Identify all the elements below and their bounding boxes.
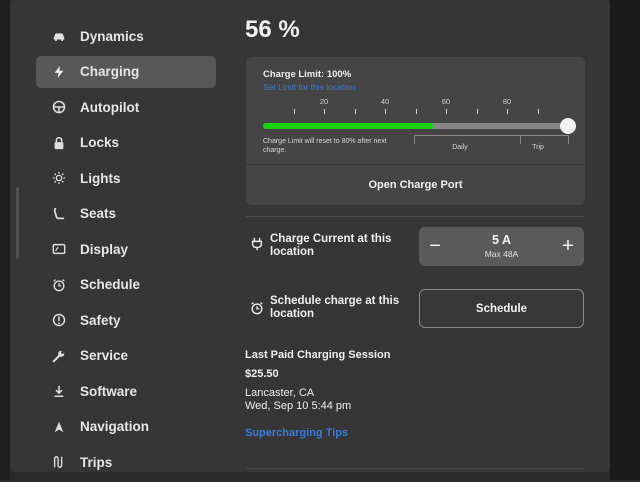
tick-label: 20	[319, 97, 329, 106]
sidebar-item-label: Display	[80, 241, 129, 257]
seat-icon	[52, 207, 66, 221]
tick-label: 80	[502, 97, 512, 106]
current-charge-fill	[263, 123, 434, 129]
supercharging-tips-link[interactable]: Supercharging Tips	[245, 427, 348, 439]
schedule-charge-label: Schedule charge at this location	[270, 295, 400, 320]
sidebar-item-service[interactable]: Service	[36, 340, 216, 372]
tick-mark	[354, 109, 356, 114]
sidebar-item-label: Safety	[80, 312, 121, 328]
tick-label: 60	[441, 97, 451, 106]
trip-zone-label: Trip	[532, 144, 544, 151]
charge-limit-handle[interactable]	[560, 118, 576, 134]
car-icon	[52, 29, 66, 43]
alarm-clock-icon	[250, 301, 264, 315]
sidebar-item-label: Dynamics	[80, 28, 144, 44]
tick-mark	[446, 109, 447, 114]
sidebar-item-software[interactable]: Software	[36, 375, 216, 407]
tick-mark	[476, 109, 478, 114]
sun-icon	[52, 171, 66, 185]
sidebar-item-locks[interactable]: Locks	[36, 127, 216, 159]
bolt-icon	[52, 65, 66, 79]
charge-limit-reset-note: Charge Limit will reset to 80% after nex…	[263, 138, 387, 154]
tick-mark	[507, 109, 508, 114]
last-session-datetime: Wed, Sep 10 5:44 pm	[245, 400, 352, 412]
open-charge-port-button[interactable]: Open Charge Port	[246, 165, 585, 205]
alarm-clock-icon	[52, 278, 66, 292]
trips-icon	[52, 455, 66, 469]
sidebar-item-label: Schedule	[80, 277, 141, 292]
section-divider	[246, 468, 585, 469]
sidebar-item-display[interactable]: Display	[36, 233, 216, 265]
tick-mark	[293, 109, 295, 114]
battery-percent: 56 %	[245, 16, 300, 43]
settings-sidebar: Dynamics Charging Autopilot Locks Lights…	[36, 20, 216, 482]
sidebar-item-dynamics[interactable]: Dynamics	[36, 20, 216, 52]
sidebar-item-navigation[interactable]: Navigation	[36, 411, 216, 443]
sidebar-item-trips[interactable]: Trips	[36, 446, 216, 478]
navigation-arrow-icon	[52, 420, 66, 434]
sidebar-item-label: Autopilot	[80, 99, 140, 115]
sidebar-item-label: Trips	[80, 454, 113, 470]
trip-zone-bracket	[519, 135, 569, 144]
download-icon	[52, 384, 66, 398]
last-session-title: Last Paid Charging Session	[245, 349, 391, 361]
alert-circle-icon	[52, 313, 66, 327]
last-session-location: Lancaster, CA	[245, 387, 315, 399]
last-session-amount: $25.50	[245, 368, 279, 380]
sidebar-item-safety[interactable]: Safety	[36, 304, 216, 336]
charge-current-label: Charge Current at this location	[270, 233, 392, 258]
plug-icon	[250, 237, 264, 251]
sidebar-scroll-indicator	[16, 187, 19, 259]
sidebar-item-label: Seats	[80, 206, 117, 221]
sidebar-item-label: Lights	[80, 170, 121, 186]
tick-label: 40	[380, 97, 390, 106]
wrench-icon	[52, 349, 66, 363]
lock-icon	[52, 136, 66, 150]
sidebar-item-lights[interactable]: Lights	[36, 162, 216, 194]
charge-limit-card: Charge Limit: 100% Set Limit for this lo…	[246, 57, 585, 205]
sidebar-item-label: Navigation	[80, 419, 150, 434]
tick-mark	[385, 109, 386, 114]
sidebar-item-charging[interactable]: Charging	[36, 55, 216, 88]
sidebar-item-label: Service	[80, 348, 129, 363]
sidebar-item-label: Locks	[80, 135, 120, 150]
section-divider	[246, 216, 585, 217]
charge-limit-label: Charge Limit: 100%	[263, 69, 352, 80]
screen-bezel-right	[610, 0, 640, 480]
increase-current-button[interactable]: +	[556, 233, 580, 259]
tick-mark	[324, 109, 325, 114]
sidebar-item-label: Charging	[80, 64, 140, 79]
steering-wheel-icon	[52, 100, 66, 114]
tick-mark	[537, 109, 539, 114]
sidebar-item-schedule[interactable]: Schedule	[36, 269, 216, 301]
sidebar-item-autopilot[interactable]: Autopilot	[36, 91, 216, 123]
set-limit-link[interactable]: Set Limit for this location	[263, 82, 356, 92]
daily-zone-label: Daily	[452, 144, 468, 151]
charge-current-stepper: − 5 A Max 48A +	[419, 227, 584, 266]
sidebar-item-seats[interactable]: Seats	[36, 198, 216, 230]
tick-mark	[415, 109, 417, 114]
schedule-button[interactable]: Schedule	[419, 289, 584, 328]
sidebar-item-label: Software	[80, 383, 138, 399]
daily-zone-bracket	[414, 135, 521, 144]
charge-slider-ticks: 20 40 60 80	[263, 97, 568, 117]
display-icon	[52, 242, 66, 256]
screen-bezel-left	[0, 0, 10, 480]
charge-limit-slider[interactable]	[263, 118, 576, 134]
